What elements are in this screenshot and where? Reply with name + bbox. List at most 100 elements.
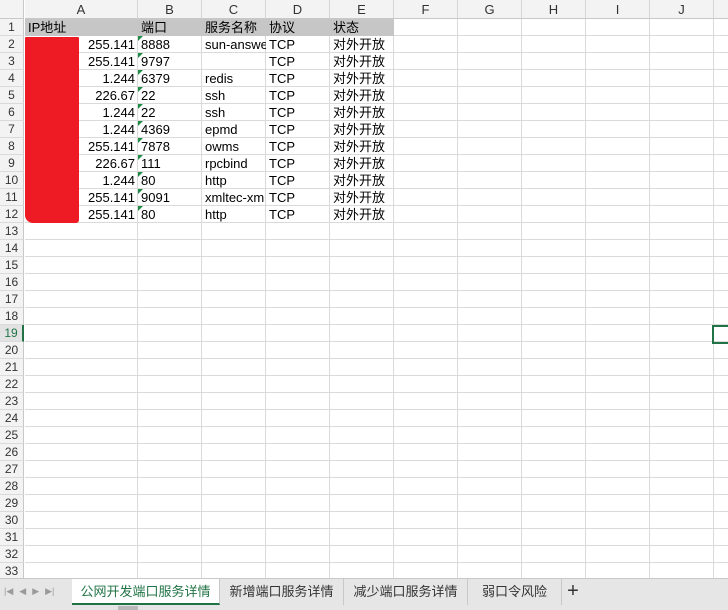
grid-cell[interactable]: [586, 274, 650, 291]
grid-cell[interactable]: [458, 257, 522, 274]
row-header-32[interactable]: 32: [0, 546, 24, 563]
add-sheet-button[interactable]: +: [562, 579, 584, 605]
service-cell[interactable]: owms: [202, 138, 266, 155]
grid-cell[interactable]: [714, 206, 728, 223]
grid-cell[interactable]: [586, 308, 650, 325]
row-header-13[interactable]: 13: [0, 223, 24, 240]
grid-cell[interactable]: [650, 444, 714, 461]
grid-cell[interactable]: [202, 529, 266, 546]
grid-cell[interactable]: [522, 274, 586, 291]
grid-cell[interactable]: [522, 376, 586, 393]
sheet-tab-4[interactable]: 弱口令风险: [468, 579, 562, 605]
grid-cell[interactable]: [266, 257, 330, 274]
grid-cell[interactable]: [458, 512, 522, 529]
grid-cell[interactable]: [330, 308, 394, 325]
grid-cell[interactable]: [138, 410, 202, 427]
sheet-tab-1[interactable]: 公网开发端口服务详情: [72, 579, 220, 605]
grid-cell[interactable]: [394, 257, 458, 274]
grid-cell[interactable]: [650, 325, 714, 342]
grid-cell[interactable]: [650, 257, 714, 274]
grid-cell[interactable]: [266, 529, 330, 546]
grid-cell[interactable]: [522, 342, 586, 359]
grid-cell[interactable]: [266, 342, 330, 359]
grid-cell[interactable]: [650, 189, 714, 206]
grid-cell[interactable]: [394, 121, 458, 138]
row-header-3[interactable]: 3: [0, 53, 24, 70]
grid-cell[interactable]: [330, 410, 394, 427]
grid-cell[interactable]: [330, 376, 394, 393]
grid-cell[interactable]: [266, 308, 330, 325]
grid-cell[interactable]: [138, 495, 202, 512]
grid-cell[interactable]: [586, 529, 650, 546]
row-header-11[interactable]: 11: [0, 189, 24, 206]
row-header-6[interactable]: 6: [0, 104, 24, 121]
port-cell[interactable]: 8888: [138, 36, 202, 53]
grid-cell[interactable]: [458, 529, 522, 546]
grid-cell[interactable]: [522, 87, 586, 104]
grid-cell[interactable]: [394, 172, 458, 189]
grid-cell[interactable]: [586, 291, 650, 308]
status-cell[interactable]: 对外开放: [330, 206, 394, 223]
grid-cell[interactable]: [202, 274, 266, 291]
grid-cell[interactable]: [330, 274, 394, 291]
grid-cell[interactable]: [330, 257, 394, 274]
column-header-d[interactable]: D: [266, 0, 330, 19]
grid-cell[interactable]: [394, 240, 458, 257]
grid-cell[interactable]: [458, 274, 522, 291]
grid-cell[interactable]: [650, 240, 714, 257]
grid-cell[interactable]: [138, 563, 202, 578]
grid-cell[interactable]: [714, 359, 728, 376]
column-header-c[interactable]: C: [202, 0, 266, 19]
grid-cell[interactable]: [394, 70, 458, 87]
row-header-22[interactable]: 22: [0, 376, 24, 393]
grid-cell[interactable]: [202, 359, 266, 376]
grid-cell[interactable]: [522, 36, 586, 53]
column-header-f[interactable]: F: [394, 0, 458, 19]
grid-cell[interactable]: [138, 240, 202, 257]
service-cell[interactable]: http: [202, 206, 266, 223]
grid-cell[interactable]: [522, 53, 586, 70]
grid-cell[interactable]: [394, 87, 458, 104]
grid-cell[interactable]: [586, 495, 650, 512]
grid-cell[interactable]: [714, 478, 728, 495]
grid-cell[interactable]: [522, 70, 586, 87]
grid-cell[interactable]: [25, 308, 138, 325]
status-cell[interactable]: 对外开放: [330, 172, 394, 189]
grid-cell[interactable]: [650, 172, 714, 189]
grid-cell[interactable]: [394, 274, 458, 291]
grid-cell[interactable]: [586, 121, 650, 138]
grid-cell[interactable]: [330, 546, 394, 563]
grid-cell[interactable]: [650, 495, 714, 512]
grid-cell[interactable]: [458, 410, 522, 427]
row-header-21[interactable]: 21: [0, 359, 24, 376]
row-header-1[interactable]: 1: [0, 19, 24, 36]
grid-cell[interactable]: [714, 529, 728, 546]
grid-cell[interactable]: [394, 223, 458, 240]
prev-sheet-icon[interactable]: ◀: [19, 586, 26, 597]
grid-cell[interactable]: [714, 274, 728, 291]
grid-cell[interactable]: [650, 478, 714, 495]
grid-cell[interactable]: [586, 155, 650, 172]
grid-cell[interactable]: [266, 546, 330, 563]
spreadsheet-grid[interactable]: A B C D E F G H I J 1 2 3 4 5 6 7 8 9 10 11 12 13 14 15 16 17 18 19 2…: [0, 0, 728, 578]
grid-cell[interactable]: [650, 563, 714, 578]
grid-cell[interactable]: [586, 223, 650, 240]
grid-cell[interactable]: [202, 461, 266, 478]
row-header-28[interactable]: 28: [0, 478, 24, 495]
grid-cell[interactable]: [650, 121, 714, 138]
grid-cell[interactable]: [458, 104, 522, 121]
grid-cell[interactable]: [522, 325, 586, 342]
grid-cell[interactable]: [330, 325, 394, 342]
grid-cell[interactable]: [650, 529, 714, 546]
grid-cell[interactable]: [586, 36, 650, 53]
grid-cell[interactable]: [650, 206, 714, 223]
grid-cell[interactable]: [522, 155, 586, 172]
grid-cell[interactable]: [522, 223, 586, 240]
column-header-a[interactable]: A: [25, 0, 138, 19]
grid-cell[interactable]: [586, 325, 650, 342]
grid-cell[interactable]: [138, 393, 202, 410]
grid-cell[interactable]: [458, 138, 522, 155]
grid-cell[interactable]: [714, 138, 728, 155]
grid-cell[interactable]: [586, 427, 650, 444]
grid-cell[interactable]: [330, 240, 394, 257]
